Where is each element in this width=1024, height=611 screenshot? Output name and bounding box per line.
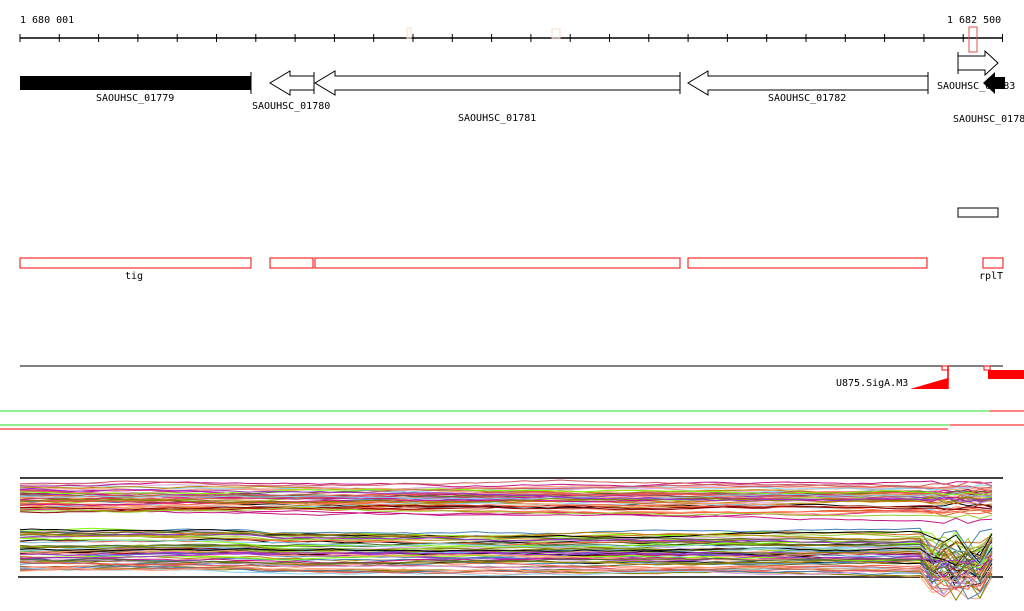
gene-label: SAOUHSC_01782 — [768, 93, 846, 104]
gene-label: SAOUHSC_01779 — [96, 93, 174, 104]
expression-profile-line — [19, 566, 993, 590]
feature-box[interactable] — [269, 257, 314, 269]
promoter-signal[interactable] — [988, 370, 1024, 379]
gene-label: SAOUHSC_0178 — [953, 114, 1024, 125]
ruler-marker — [406, 27, 412, 39]
regulation-marker[interactable] — [983, 365, 991, 371]
gene-SAOUHSC_01781[interactable]: SAOUHSC_01781 — [314, 70, 681, 124]
regulation-track: U875.SigA.M3 — [20, 365, 1024, 389]
expression-plot — [18, 477, 1003, 602]
feature-label: rplT — [979, 271, 1003, 282]
gene-SAOUHSC_0178[interactable]: SAOUHSC_0178 — [953, 72, 1024, 125]
genome-browser-canvas: 1 680 001 1 682 500 SAOUHSC_01779 SAOUHS… — [0, 15, 1024, 602]
promoter-signal[interactable] — [910, 378, 948, 389]
ruler-start-label: 1 680 001 — [20, 15, 74, 26]
feature-rplT[interactable] — [982, 257, 1004, 269]
regulation-marker[interactable] — [941, 365, 949, 371]
feature-track: tig rplT — [19, 257, 1004, 282]
gene-label: SAOUHSC_01781 — [458, 113, 536, 124]
ruler-end-label: 1 682 500 — [947, 15, 1001, 26]
gene-SAOUHSC_01779[interactable]: SAOUHSC_01779 — [20, 72, 252, 104]
feature-box[interactable] — [687, 257, 928, 269]
gene-label: SAOUHSC_01780 — [252, 101, 330, 112]
position-ruler[interactable]: 1 680 001 1 682 500 — [19, 15, 1003, 53]
feature-box[interactable] — [957, 207, 999, 218]
gene-SAOUHSC_01780[interactable]: SAOUHSC_01780 — [252, 70, 330, 112]
feature-box[interactable] — [314, 257, 681, 269]
ruler-marker — [551, 28, 561, 39]
gene-SAOUHSC_01782[interactable]: SAOUHSC_01782 — [687, 70, 929, 104]
ruler-selection-marker[interactable] — [968, 26, 978, 53]
feature-label: tig — [125, 271, 143, 282]
regulation-label: U875.SigA.M3 — [836, 378, 908, 389]
feature-tig[interactable] — [19, 257, 252, 269]
